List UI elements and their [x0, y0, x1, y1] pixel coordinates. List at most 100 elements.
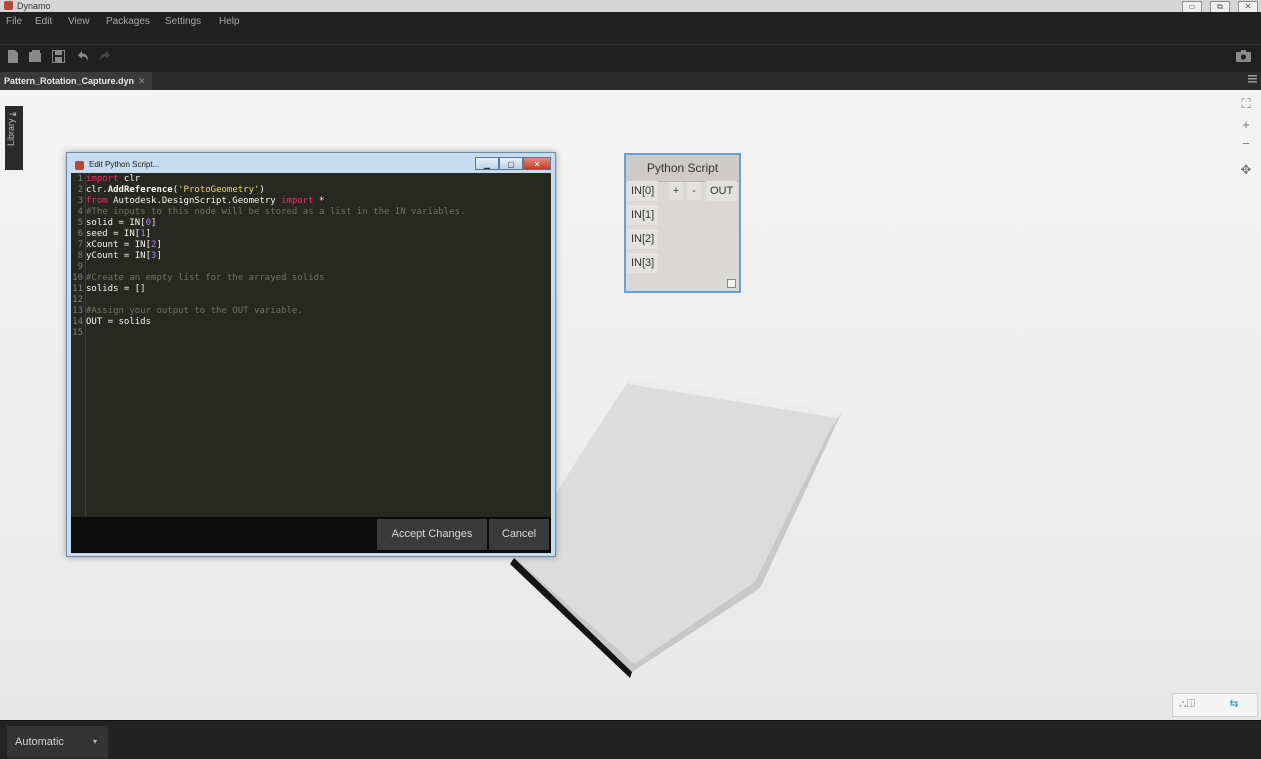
python-script-node[interactable]: Python Script IN[0] + - OUT IN[1] IN[2] … [624, 153, 741, 293]
code-token: ] [156, 251, 162, 261]
code-token: AddReference [107, 185, 173, 195]
status-bar [0, 720, 1261, 759]
camera-icon[interactable] [1236, 50, 1251, 64]
line-number: 12 [72, 295, 83, 305]
code-token: #The inputs to this node will be stored … [86, 207, 466, 217]
code-token: #Assign your output to the OUT variable. [86, 306, 303, 316]
undo-icon[interactable] [75, 50, 89, 64]
code-token: * [313, 196, 325, 206]
line-number: 3 [77, 196, 83, 206]
tab-label: Pattern_Rotation_Capture.dyn [4, 76, 135, 86]
code-token: xCount = IN[ [86, 240, 152, 250]
code-line[interactable]: 15 [71, 328, 86, 339]
editor-title: Edit Python Script... [89, 160, 160, 169]
code-token: import [86, 174, 119, 184]
code-token: from [86, 196, 108, 206]
code-line[interactable]: 11 solids = [] [71, 284, 146, 295]
chevron-down-icon: ▾ [93, 737, 98, 746]
geometry-view-icon[interactable]: ⛬◫ [1179, 698, 1196, 711]
graph-view-icon[interactable]: ⇆ [1217, 695, 1251, 713]
input-port-3[interactable]: IN[3] [627, 253, 659, 273]
code-token: ] [151, 218, 157, 228]
line-number: 1 [77, 174, 83, 184]
save-icon[interactable] [51, 50, 65, 64]
code-line[interactable]: 5 solid = IN[0] [71, 218, 157, 229]
zoom-out-icon[interactable]: − [1238, 136, 1254, 152]
code-token: Autodesk.DesignScript.Geometry [107, 196, 282, 206]
code-line[interactable]: 10 #Create an empty list for the arrayed … [71, 273, 324, 284]
tab-bar [0, 72, 1261, 91]
input-port-2[interactable]: IN[2] [627, 229, 659, 249]
tab-menu-icon[interactable] [1248, 74, 1258, 88]
line-number: 5 [77, 218, 83, 228]
code-token: solids = [] [86, 284, 146, 294]
view-toggle: ⛬◫ ⇆ [1172, 693, 1258, 717]
output-port[interactable]: OUT [706, 181, 738, 201]
add-input-button[interactable]: + [669, 182, 683, 200]
editor-maximize-button[interactable]: ▢ [499, 157, 523, 170]
code-token: yCount = IN[ [86, 251, 152, 261]
menu-edit[interactable]: Edit [35, 16, 52, 27]
code-token: solid = IN[ [86, 218, 146, 228]
code-line[interactable]: 9 [71, 262, 86, 273]
menu-file[interactable]: File [6, 16, 22, 27]
open-file-icon[interactable] [29, 50, 43, 64]
run-mode-label: Automatic [15, 736, 64, 748]
line-number: 4 [77, 207, 83, 217]
zoom-in-icon[interactable]: + [1238, 117, 1254, 133]
code-line[interactable]: 13 #Assign your output to the OUT variabl… [71, 306, 303, 317]
new-file-icon[interactable] [6, 50, 20, 64]
pan-icon[interactable]: ✥ [1238, 162, 1254, 178]
code-token: OUT = solids [86, 317, 152, 327]
code-line[interactable]: 1 import clr [71, 174, 141, 185]
code-token: seed = IN[ [86, 229, 141, 239]
code-line[interactable]: 8 yCount = IN[3] [71, 251, 162, 262]
code-line[interactable]: 14 OUT = solids [71, 317, 151, 328]
tab-file[interactable]: Pattern_Rotation_Capture.dyn ✕ [0, 72, 152, 90]
code-line[interactable]: 2 clr.AddReference('ProtoGeometry') [71, 185, 265, 196]
editor-close-button[interactable]: ✕ [523, 157, 551, 170]
node-resize-handle[interactable] [727, 279, 736, 288]
line-number: 15 [72, 328, 83, 338]
run-mode-dropdown[interactable]: Automatic ▾ [7, 726, 108, 758]
accept-changes-button[interactable]: Accept Changes [377, 519, 487, 550]
editor-footer: Accept Changes Cancel [71, 517, 551, 553]
code-line[interactable]: 12 [71, 295, 86, 306]
close-tab-icon[interactable]: ✕ [138, 76, 146, 86]
code-token: clr. [86, 185, 108, 195]
code-token: 'ProtoGeometry' [178, 185, 260, 195]
menu-help[interactable]: Help [219, 16, 240, 27]
code-line[interactable]: 6 seed = IN[1] [71, 229, 151, 240]
python-editor-window: Edit Python Script... ▁ ▢ ✕ 1 import clr 2… [66, 152, 556, 557]
code-token: #Create an empty list for the arrayed so… [86, 273, 325, 283]
library-panel-toggle[interactable]: ⇥ Library [5, 106, 23, 170]
input-port-1[interactable]: IN[1] [627, 205, 659, 225]
cancel-button[interactable]: Cancel [489, 519, 549, 550]
line-number: 2 [77, 185, 83, 195]
code-line[interactable]: 4 #The inputs to this node will be stored… [71, 207, 466, 218]
zoom-fit-icon[interactable]: ⛶ [1238, 96, 1254, 112]
menu-view[interactable]: View [68, 16, 90, 27]
dynamo-logo-icon [75, 161, 84, 170]
input-port-0[interactable]: IN[0] [627, 181, 659, 201]
library-label: Library [6, 118, 16, 146]
line-number: 10 [72, 273, 83, 283]
redo-icon[interactable] [98, 50, 112, 64]
remove-input-button[interactable]: - [687, 182, 701, 200]
code-line[interactable]: 7 xCount = IN[2] [71, 240, 162, 251]
line-number: 6 [77, 229, 83, 239]
line-number: 14 [72, 317, 83, 327]
menu-settings[interactable]: Settings [165, 16, 201, 27]
editor-minimize-button[interactable]: ▁ [475, 157, 499, 170]
window-title: Dynamo [17, 1, 51, 11]
menu-packages[interactable]: Packages [106, 16, 150, 27]
line-number: 13 [72, 306, 83, 316]
code-token: import [281, 196, 314, 206]
line-number: 9 [77, 262, 83, 272]
line-number: 11 [72, 284, 83, 294]
dynamo-logo-icon [4, 1, 13, 10]
code-token: ) [259, 185, 265, 195]
code-token: clr [118, 174, 141, 184]
code-editor[interactable]: 1 import clr 2 clr.AddReference('ProtoGeome… [71, 173, 551, 517]
code-line[interactable]: 3 from Autodesk.DesignScript.Geometry imp… [71, 196, 325, 207]
